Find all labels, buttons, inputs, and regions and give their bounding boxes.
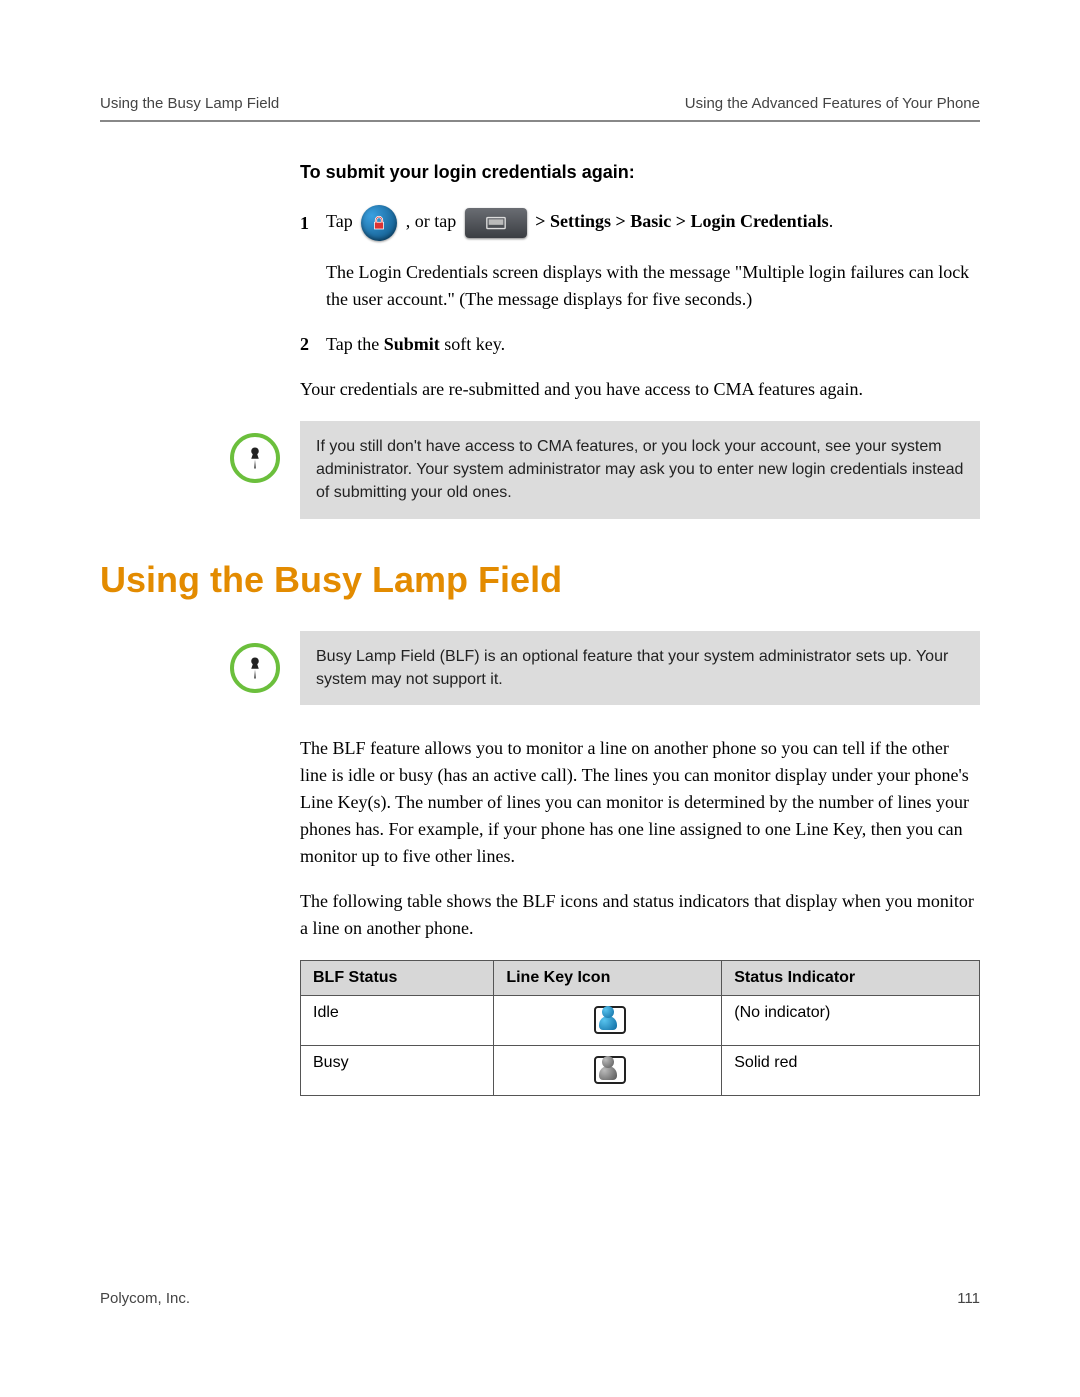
cell-indicator: (No indicator) bbox=[722, 995, 980, 1045]
blf-paragraph-2: The following table shows the BLF icons … bbox=[300, 888, 980, 942]
cell-indicator: Solid red bbox=[722, 1045, 980, 1095]
step2-text-c: soft key. bbox=[440, 334, 505, 354]
main-content: To submit your login credentials again: … bbox=[300, 162, 980, 403]
note-1-text: If you still don't have access to CMA fe… bbox=[300, 421, 980, 519]
pushpin-icon bbox=[230, 433, 280, 483]
col-blf-status: BLF Status bbox=[301, 960, 494, 995]
cell-status: Idle bbox=[301, 995, 494, 1045]
table-row: Idle (No indicator) bbox=[301, 995, 980, 1045]
avatar-idle-icon bbox=[592, 1002, 624, 1034]
pushpin-icon bbox=[230, 643, 280, 693]
blf-paragraph-1: The BLF feature allows you to monitor a … bbox=[300, 735, 980, 870]
col-line-key-icon: Line Key Icon bbox=[494, 960, 722, 995]
running-header: Using the Busy Lamp Field Using the Adva… bbox=[100, 95, 980, 122]
header-right: Using the Advanced Features of Your Phon… bbox=[685, 95, 980, 112]
avatar-busy-icon bbox=[592, 1052, 624, 1084]
step-number: 2 bbox=[300, 331, 326, 358]
step-2: 2 Tap the Submit soft key. bbox=[300, 331, 980, 358]
cell-status: Busy bbox=[301, 1045, 494, 1095]
home-icon bbox=[465, 208, 527, 238]
note-1: If you still don't have access to CMA fe… bbox=[100, 421, 980, 519]
table-body: Idle (No indicator) Busy S bbox=[301, 995, 980, 1095]
section-heading: Using the Busy Lamp Field bbox=[100, 559, 980, 601]
page-number: 111 bbox=[957, 1290, 980, 1307]
running-footer: Polycom, Inc. 111 bbox=[100, 1290, 980, 1307]
blf-status-table: BLF Status Line Key Icon Status Indicato… bbox=[300, 960, 980, 1096]
step2-submit-word: Submit bbox=[384, 334, 440, 354]
step2-text-a: Tap the bbox=[326, 334, 384, 354]
step-1: 1 Tap , or tap > Settings > Basic > Logi… bbox=[300, 205, 980, 241]
step1-period: . bbox=[829, 211, 834, 231]
cell-icon bbox=[494, 1045, 722, 1095]
procedure-result: Your credentials are re-submitted and yo… bbox=[300, 376, 980, 403]
table-row: Busy Solid red bbox=[301, 1045, 980, 1095]
step1-tap-text: Tap bbox=[326, 211, 353, 231]
step-2-body: Tap the Submit soft key. bbox=[326, 331, 980, 358]
header-left: Using the Busy Lamp Field bbox=[100, 95, 279, 112]
lock-icon bbox=[361, 205, 397, 241]
col-status-indicator: Status Indicator bbox=[722, 960, 980, 995]
note-2: Busy Lamp Field (BLF) is an optional fea… bbox=[100, 631, 980, 705]
step-1-body: Tap , or tap > Settings > Basic > Login … bbox=[326, 205, 980, 241]
note-icon-cell bbox=[100, 631, 300, 693]
section-body: The BLF feature allows you to monitor a … bbox=[300, 735, 980, 1096]
footer-company: Polycom, Inc. bbox=[100, 1290, 190, 1307]
step1-result: The Login Credentials screen displays wi… bbox=[326, 259, 980, 313]
note-icon-cell bbox=[100, 421, 300, 483]
cell-icon bbox=[494, 995, 722, 1045]
step1-or-tap-text: , or tap bbox=[406, 211, 461, 231]
table-header-row: BLF Status Line Key Icon Status Indicato… bbox=[301, 960, 980, 995]
document-page: Using the Busy Lamp Field Using the Adva… bbox=[0, 0, 1080, 1397]
procedure-heading: To submit your login credentials again: bbox=[300, 162, 980, 183]
note-2-text: Busy Lamp Field (BLF) is an optional fea… bbox=[300, 631, 980, 705]
step-number: 1 bbox=[300, 210, 326, 237]
step1-nav-path: > Settings > Basic > Login Credentials bbox=[535, 211, 828, 231]
